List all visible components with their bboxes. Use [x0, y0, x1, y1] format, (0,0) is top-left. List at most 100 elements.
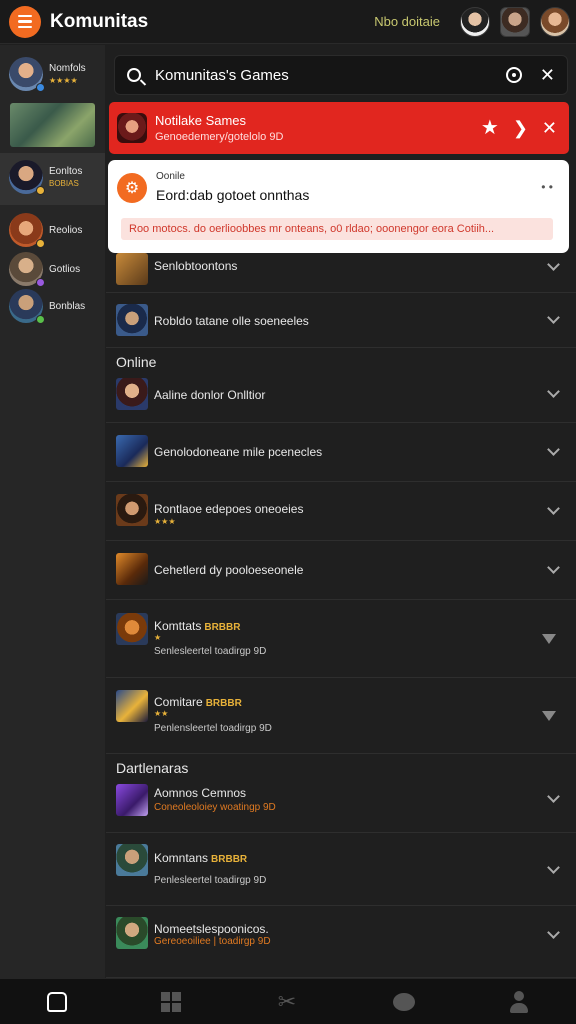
dropdown-triangle-icon[interactable] — [542, 634, 556, 644]
sidebar-item-nomfols[interactable]: Nomfols ★★★★ — [0, 57, 105, 92]
chevron-down-icon[interactable] — [547, 561, 560, 574]
close-icon[interactable]: ✕ — [540, 66, 555, 84]
list-item[interactable]: Aaline donlor Onlltior — [106, 369, 576, 423]
home-icon[interactable] — [47, 991, 67, 1012]
row-subtitle: Coneoleoloiey woatingp 9D — [154, 802, 276, 813]
list-item[interactable]: Nomeetslespoonicos. Gereoeoiliee | toadi… — [106, 906, 576, 978]
row-thumbnail — [116, 690, 148, 722]
notification-thumbnail — [117, 113, 147, 143]
sidebar-thumb — [9, 213, 45, 248]
avatar[interactable] — [500, 6, 530, 37]
close-icon[interactable]: ✕ — [542, 119, 557, 137]
list-item[interactable]: Komttats BRBBR ★ Senlesleertel toadirgp 9… — [106, 600, 576, 678]
notification-banner[interactable]: Notilake Sames Genoedemery/gotelolo 9D ★… — [109, 102, 569, 154]
row-subtitle: Penlensleertel toadirgp 9D — [154, 723, 272, 734]
row-title: Rontlaoe edepoes oneoeies — [154, 502, 304, 516]
app-title: Komunitas — [50, 10, 149, 32]
sidebar-item-rating: ★★★★ — [49, 76, 78, 85]
menu-button[interactable] — [9, 5, 41, 38]
row-rating: ★★ — [154, 709, 169, 718]
sidebar-item-label: Gotlios — [49, 263, 81, 275]
list-item[interactable]: Robldo tatane olle soeneeles — [106, 293, 576, 348]
sidebar-item-gotlios[interactable]: Gotlios — [0, 252, 105, 287]
sidebar-item-label: Reolios — [49, 224, 83, 236]
popup-error-message: Roo motocs. do oerlioobbes mr onteans, o… — [121, 218, 553, 240]
list-item[interactable]: Cehetlerd dy pooloeseonele — [106, 541, 576, 600]
list-item[interactable]: Rontlaoe edepoes oneoeies ★★★ — [106, 482, 576, 541]
row-title: Cehetlerd dy pooloeseonele — [154, 563, 304, 577]
notification-subtitle: Genoedemery/gotelolo 9D — [155, 131, 284, 143]
sidebar-item-badge: BOBIAS — [49, 179, 79, 188]
popup-card[interactable]: ⚙ Oonile Eord:dab gotoet onnthas • • Roo… — [108, 160, 569, 253]
chevron-right-icon[interactable]: ❯ — [513, 119, 528, 137]
row-title: Comitare BRBBR — [154, 695, 242, 709]
chevron-down-icon[interactable] — [547, 311, 560, 324]
profile-icon[interactable] — [509, 990, 529, 1013]
search-input[interactable] — [155, 66, 506, 84]
star-icon[interactable]: ★ — [481, 118, 499, 138]
popup-label: Oonile — [156, 171, 185, 182]
status-text: Nbo doitaie — [374, 14, 440, 29]
scan-icon[interactable] — [505, 67, 522, 83]
more-options-icon[interactable]: • • — [541, 180, 553, 194]
sidebar-item-bonblas[interactable]: Bonblas — [0, 289, 105, 324]
row-thumbnail — [116, 253, 148, 285]
search-bar: ✕ — [114, 55, 568, 95]
row-rating: ★ — [154, 633, 162, 642]
grid-icon[interactable] — [161, 991, 181, 1012]
chevron-down-icon[interactable] — [547, 385, 560, 398]
sidebar-item-reolios[interactable]: Reolios — [0, 213, 105, 248]
dropdown-triangle-icon[interactable] — [542, 711, 556, 721]
avatar[interactable] — [460, 6, 490, 37]
row-rating: ★★★ — [154, 517, 176, 526]
search-icon[interactable] — [127, 68, 141, 82]
sidebar-item-label: Bonblas — [49, 300, 86, 312]
chevron-down-icon[interactable] — [547, 258, 560, 271]
list-item[interactable]: Genolodoneane mile pcenecles — [106, 423, 576, 482]
row-subtitle: Senlesleertel toadirgp 9D — [154, 646, 267, 657]
section-header-online: Online — [116, 354, 157, 370]
tools-icon[interactable]: ✂ — [275, 989, 299, 1014]
list-item[interactable]: Senlobtoontons — [106, 253, 576, 293]
sidebar: Nomfols ★★★★ Eonltos BOBIAS Reolios Gotlio… — [0, 45, 105, 978]
sidebar-thumb — [9, 252, 45, 287]
list-item[interactable]: Komntans BRBBR Penlesleertel toadirgp 9D — [106, 833, 576, 906]
row-badge: BRBBR — [204, 622, 241, 633]
row-title: Aomnos Cemnos — [154, 786, 247, 800]
row-thumbnail — [116, 917, 148, 949]
top-bar: Komunitas Nbo doitaie — [0, 0, 576, 44]
sidebar-banner-image[interactable] — [10, 103, 95, 147]
row-thumbnail — [116, 494, 148, 526]
row-thumbnail — [116, 844, 148, 876]
chevron-down-icon[interactable] — [547, 443, 560, 456]
row-thumbnail — [116, 784, 148, 816]
chevron-down-icon[interactable] — [547, 926, 560, 939]
row-thumbnail — [116, 553, 148, 585]
notification-title: Notilake Sames — [155, 113, 247, 128]
chevron-down-icon[interactable] — [547, 861, 560, 874]
row-thumbnail — [116, 613, 148, 645]
sidebar-item-eonltos[interactable]: Eonltos BOBIAS — [0, 160, 105, 195]
bottom-navigation: ✂ — [0, 978, 576, 1024]
row-title: Genolodoneane mile pcenecles — [154, 445, 323, 459]
list-item[interactable]: Comitare BRBBR ★★ Penlensleertel toadirgp… — [106, 678, 576, 754]
row-title: Aaline donlor Onlltior — [154, 388, 266, 402]
row-title: Senlobtoontons — [154, 259, 238, 273]
row-badge: BRBBR — [205, 698, 242, 709]
sidebar-thumb — [9, 160, 45, 195]
row-title: Komttats BRBBR — [154, 619, 241, 633]
list-item[interactable]: Aomnos Cemnos Coneoleoloiey woatingp 9D — [106, 778, 576, 833]
row-subtitle: Penlesleertel toadirgp 9D — [154, 875, 267, 886]
row-thumbnail — [116, 378, 148, 410]
chat-icon[interactable] — [393, 992, 415, 1011]
popup-title: Eord:dab gotoet onnthas — [156, 187, 310, 203]
sidebar-thumb — [9, 289, 45, 324]
avatar[interactable] — [540, 6, 570, 37]
row-badge: BRBBR — [211, 854, 248, 865]
chevron-down-icon[interactable] — [547, 790, 560, 803]
row-thumbnail — [116, 435, 148, 467]
gear-icon: ⚙ — [117, 173, 147, 203]
sidebar-thumb — [9, 57, 45, 92]
section-header-dardanaras: Dartlenaras — [116, 760, 189, 776]
chevron-down-icon[interactable] — [547, 502, 560, 515]
